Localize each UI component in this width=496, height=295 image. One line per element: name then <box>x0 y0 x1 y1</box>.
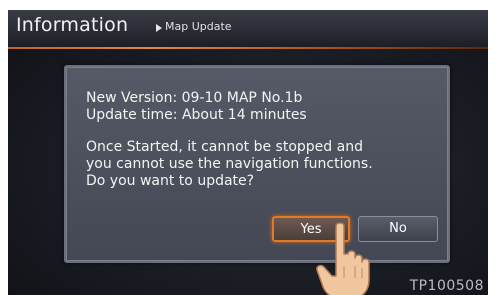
update-time-text: Update time: About 14 minutes <box>86 107 307 123</box>
warning-text-line-1: Once Started, it cannot be stopped and <box>86 139 363 155</box>
header-bar: Information Map Update <box>8 10 488 48</box>
new-version-text: New Version: 09-10 MAP No.1b <box>86 90 303 106</box>
navigation-screen: Information Map Update New Version: 09-1… <box>8 10 488 295</box>
figure-code: TP100508 <box>409 278 484 294</box>
page-title: Information <box>16 14 129 36</box>
breadcrumb: Map Update <box>165 20 232 33</box>
header-divider <box>8 47 488 49</box>
warning-text-line-2: you cannot use the navigation functions. <box>86 156 373 172</box>
triangle-right-icon <box>156 24 162 32</box>
confirm-question: Do you want to update? <box>86 173 255 189</box>
update-confirm-dialog: New Version: 09-10 MAP No.1b Update time… <box>64 65 450 263</box>
pointing-hand-icon <box>316 222 370 295</box>
